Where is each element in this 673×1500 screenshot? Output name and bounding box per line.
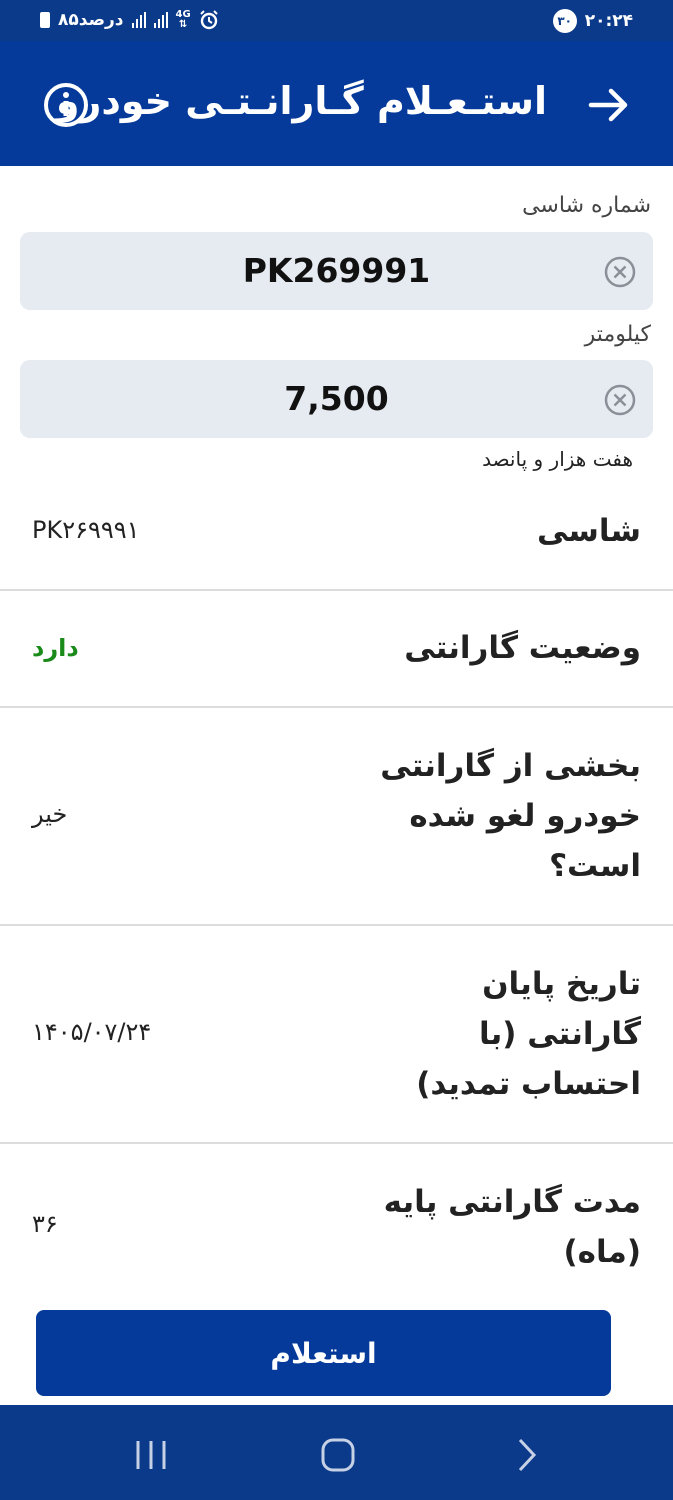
page-title: استـعـلام گـارانـتـی خودرو: [55, 79, 547, 123]
row-label-line: خودرو لغو شده: [409, 798, 641, 834]
km-input[interactable]: 7,500: [20, 360, 653, 438]
row-label-line: تاریخ پایان: [482, 966, 641, 1002]
battery-percent: ۸۵درصد: [58, 10, 124, 30]
result-row-chassis: شاسی PK۲۶۹۹۹۱: [0, 472, 673, 591]
row-label-line: بخشی از گارانتی: [380, 748, 641, 784]
alarm-icon: [199, 10, 218, 30]
status-bar: ۸۵درصد 4G ⇅ ۳۰ ۲۰:۲۴: [0, 0, 673, 41]
status-bar-right: ۳۰ ۲۰:۲۴: [552, 9, 633, 33]
back-arrow-icon[interactable]: [587, 83, 631, 127]
row-value: خیر: [32, 800, 68, 828]
row-label: تاریخ پایان گارانتی (با احتساب تمدید): [416, 959, 641, 1109]
result-row-end-date: تاریخ پایان گارانتی (با احتساب تمدید) ۱۴…: [0, 926, 673, 1144]
recents-icon[interactable]: [134, 1438, 168, 1472]
km-input-value[interactable]: 7,500: [20, 360, 653, 438]
battery-icon: [40, 12, 50, 28]
km-label: کیلومتر: [584, 322, 651, 347]
chassis-label: شماره شاسی: [522, 193, 651, 218]
row-label-line: (ماه): [563, 1234, 641, 1270]
network-type-label: 4G: [175, 9, 191, 20]
row-value: ۱۴۰۵/۰۷/۲۴: [32, 1018, 152, 1046]
row-label-line: احتساب تمدید): [416, 1066, 641, 1102]
row-value: ۳۶: [32, 1210, 58, 1238]
chassis-input-value[interactable]: PK269991: [20, 232, 653, 310]
status-bar-left: ۸۵درصد 4G ⇅: [40, 10, 219, 30]
signal-icon: [131, 12, 146, 28]
row-label: شاسی: [537, 513, 641, 549]
app-bar: استـعـلام گـارانـتـی خودرو: [0, 41, 673, 166]
system-nav-bar: [0, 1405, 673, 1500]
status-time: ۲۰:۲۴: [584, 11, 633, 31]
signal-icon-2: [153, 12, 168, 28]
inquiry-button[interactable]: استعلام: [36, 1310, 611, 1396]
info-icon[interactable]: [42, 81, 90, 129]
clear-icon[interactable]: [603, 383, 637, 417]
nav-back-icon[interactable]: [512, 1437, 540, 1473]
result-row-cancelled: بخشی از گارانتی خودرو لغو شده است؟ خیر: [0, 708, 673, 926]
result-row-base-duration: مدت گارانتی پایه (ماه) ۳۶: [0, 1144, 673, 1304]
row-label-line: مدت گارانتی پایه: [383, 1184, 641, 1220]
chassis-input[interactable]: PK269991: [20, 232, 653, 310]
row-label-line: است؟: [549, 848, 641, 884]
row-label-line: گارانتی (با: [478, 1016, 641, 1052]
home-icon[interactable]: [320, 1437, 356, 1473]
result-row-warranty-status: وضعیت گارانتی دارد: [0, 591, 673, 708]
status-badge: دارد: [32, 634, 79, 662]
notification-badge: ۳۰: [552, 9, 577, 33]
row-label: بخشی از گارانتی خودرو لغو شده است؟: [380, 741, 641, 891]
clear-icon[interactable]: [603, 255, 637, 289]
row-label: مدت گارانتی پایه (ماه): [384, 1177, 641, 1277]
row-value: PK۲۶۹۹۹۱: [32, 516, 140, 544]
km-words-helper: هفت هزار و پانصد: [482, 447, 633, 471]
row-label: وضعیت گارانتی: [404, 630, 641, 666]
network-type-icon: 4G ⇅: [175, 9, 191, 30]
